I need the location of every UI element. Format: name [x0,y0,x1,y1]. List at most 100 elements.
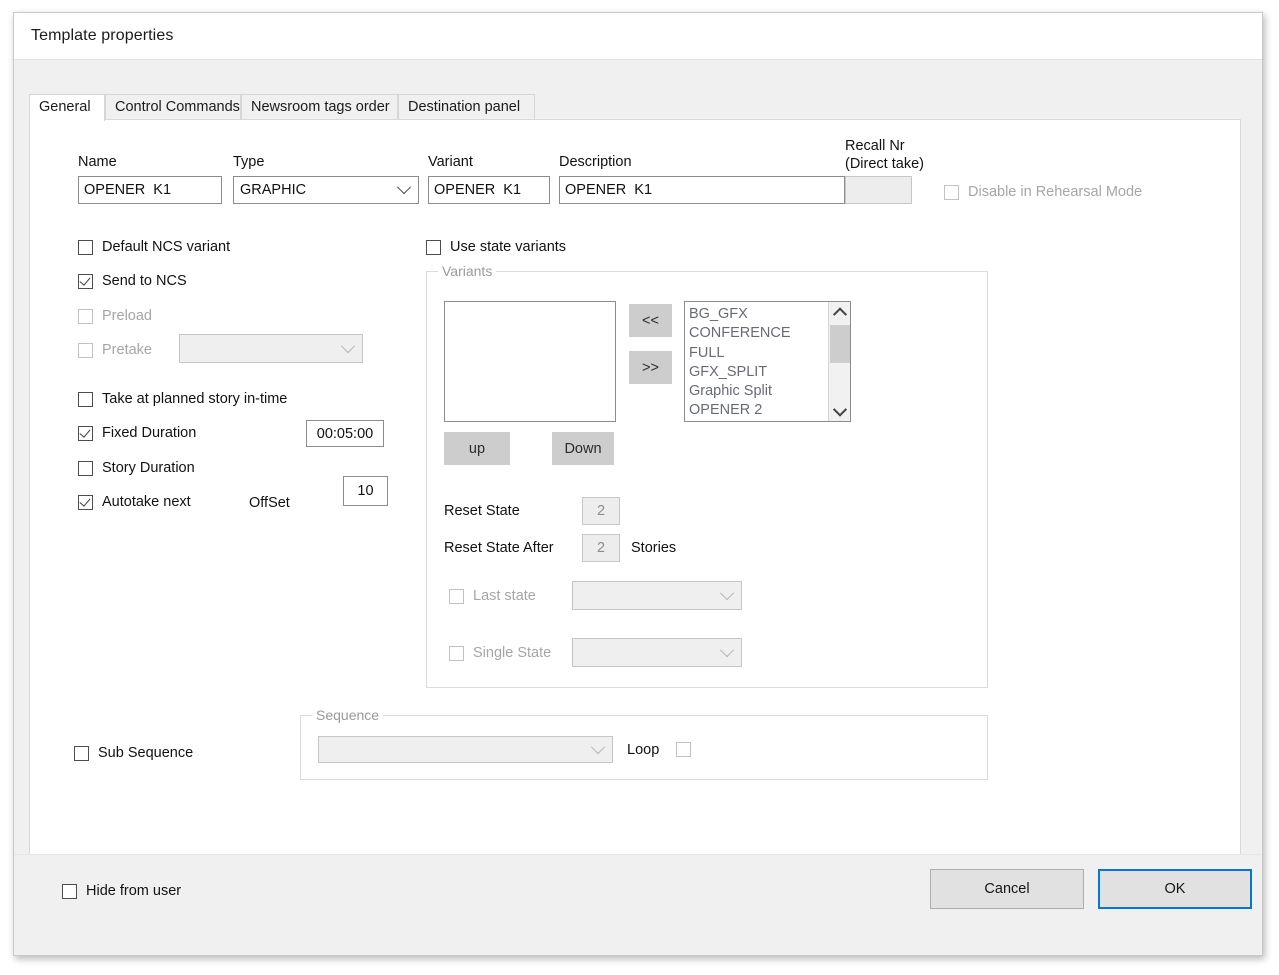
checkbox-box [944,185,959,200]
tab-newsroom-tags-order-label: Newsroom tags order [251,99,390,115]
fixed-duration-input[interactable] [306,420,384,447]
selected-variants-listbox[interactable] [444,301,616,422]
checkbox-box [78,495,93,510]
check-icon [79,426,90,438]
hide-from-user-label: Hide from user [86,883,181,899]
checkbox-box [78,309,93,324]
checkbox-box [676,742,691,757]
ok-button-label: OK [1165,881,1186,897]
move-down-button-label: Down [564,441,601,457]
offset-input[interactable] [343,476,388,506]
pretake-combobox[interactable] [179,334,363,363]
list-item[interactable]: OPENER 2 [689,401,828,420]
send-to-ncs-label: Send to NCS [102,273,187,289]
template-properties-dialog: Template properties General Control Comm… [13,12,1263,956]
check-icon [79,495,90,507]
last-state-checkbox[interactable]: Last state [449,588,536,604]
available-variants-listbox[interactable]: BG_GFX CONFERENCE FULL GFX_SPLIT Graphic… [684,301,851,422]
check-icon [79,274,90,286]
description-input[interactable] [559,176,845,204]
single-state-label: Single State [473,645,551,661]
chevron-down-icon [713,639,741,666]
tab-control-commands[interactable]: Control Commands [105,94,241,120]
list-item[interactable]: GFX_SPLIT [689,363,828,382]
dialog-title: Template properties [31,27,173,45]
reset-state-label: Reset State [444,503,520,520]
cancel-button[interactable]: Cancel [930,869,1084,909]
list-item[interactable]: CONFERENCE [689,324,828,343]
tab-destination-panel-label: Destination panel [408,99,520,115]
tab-newsroom-tags-order[interactable]: Newsroom tags order [241,94,398,120]
reset-state-input[interactable] [582,497,620,525]
checkbox-box [74,746,89,761]
use-state-variants-checkbox[interactable]: Use state variants [426,239,566,255]
story-duration-checkbox[interactable]: Story Duration [78,460,195,476]
story-duration-label: Story Duration [102,460,195,476]
recall-nr-label-line1: Recall Nr [845,138,905,155]
tab-destination-panel[interactable]: Destination panel [398,94,535,120]
take-at-planned-story-in-time-label: Take at planned story in-time [102,391,287,407]
dialog-titlebar: Template properties [14,13,1262,60]
available-variants-items: BG_GFX CONFERENCE FULL GFX_SPLIT Graphic… [685,302,828,421]
preload-checkbox[interactable]: Preload [78,308,152,324]
default-ncs-variant-checkbox[interactable]: Default NCS variant [78,239,230,255]
offset-label: OffSet [249,495,290,512]
dialog-footer: Hide from user Cancel OK [14,854,1262,955]
checkbox-box [78,274,93,289]
checkbox-box [426,240,441,255]
autotake-next-checkbox[interactable]: Autotake next [78,494,191,510]
checkbox-box [78,343,93,358]
name-input[interactable] [78,176,222,204]
name-label: Name [78,154,117,171]
description-label: Description [559,154,632,171]
chevron-down-icon [713,582,741,609]
list-item[interactable]: FULL [689,344,828,363]
last-state-label: Last state [473,588,536,604]
move-right-button-label: >> [642,360,659,376]
single-state-checkbox[interactable]: Single State [449,645,551,661]
disable-in-rehearsal-mode-checkbox[interactable]: Disable in Rehearsal Mode [944,184,1142,200]
single-state-combobox[interactable] [572,638,742,667]
hide-from-user-checkbox[interactable]: Hide from user [62,883,181,899]
variants-list-scrollbar[interactable] [828,302,850,421]
list-item[interactable]: Graphic Split [689,382,828,401]
preload-label: Preload [102,308,152,324]
move-down-button[interactable]: Down [552,432,614,465]
pretake-combobox-value [186,335,334,362]
chevron-down-icon [334,335,362,362]
list-item[interactable]: BG_GFX [689,305,828,324]
recall-nr-input[interactable] [845,176,912,204]
type-combobox[interactable]: GRAPHIC [233,176,419,204]
last-state-combobox[interactable] [572,581,742,610]
reset-state-after-label: Reset State After [444,540,554,557]
pretake-checkbox[interactable]: Pretake [78,342,152,358]
checkbox-box [78,240,93,255]
fixed-duration-checkbox[interactable]: Fixed Duration [78,425,196,441]
move-up-button[interactable]: up [444,432,510,465]
variants-groupbox-title: Variants [438,263,496,279]
tab-control-commands-label: Control Commands [115,99,240,115]
loop-checkbox[interactable] [676,742,691,757]
scroll-up-icon[interactable] [829,302,850,323]
type-combobox-value: GRAPHIC [240,177,390,203]
checkbox-box [78,461,93,476]
ok-button[interactable]: OK [1098,869,1252,909]
send-to-ncs-checkbox[interactable]: Send to NCS [78,273,187,289]
use-state-variants-label: Use state variants [450,239,566,255]
single-state-combobox-value [579,639,713,666]
move-left-button[interactable]: << [629,304,672,337]
move-right-button[interactable]: >> [629,351,672,384]
sequence-combobox[interactable] [318,736,613,763]
tab-general-label: General [39,99,91,115]
variant-input[interactable] [428,176,550,204]
sub-sequence-checkbox[interactable]: Sub Sequence [74,745,193,761]
autotake-next-label: Autotake next [102,494,191,510]
scroll-down-icon[interactable] [829,400,850,421]
scrollbar-thumb[interactable] [830,325,850,363]
pretake-label: Pretake [102,342,152,358]
reset-state-after-input[interactable] [582,534,620,562]
cancel-button-label: Cancel [984,881,1029,897]
take-at-planned-story-in-time-checkbox[interactable]: Take at planned story in-time [78,391,287,407]
checkbox-box [78,426,93,441]
tab-general[interactable]: General [29,94,105,121]
